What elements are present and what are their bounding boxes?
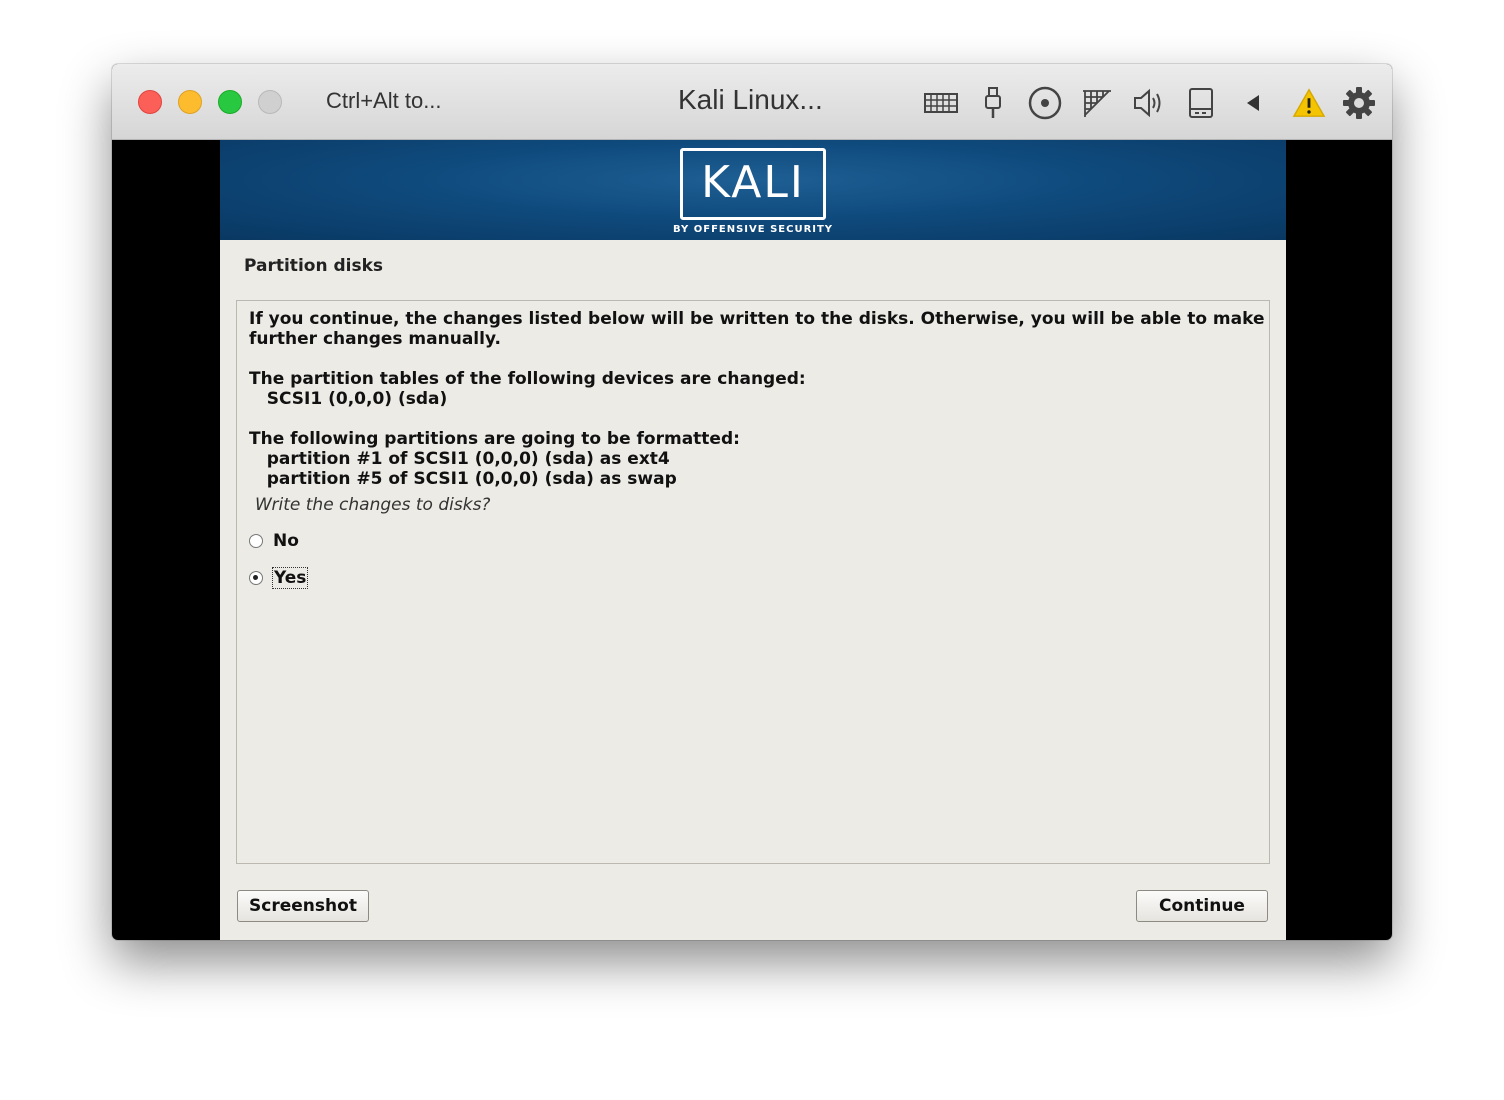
vm-screen: KALI BY OFFENSIVE SECURITY Partition dis… [220,140,1286,940]
message-line: SCSI1 (0,0,0) (sda) [249,389,448,409]
option-no-label[interactable]: No [273,531,299,551]
kali-logo: KALI [680,148,826,220]
network-icon[interactable] [1080,86,1114,120]
kali-banner: KALI BY OFFENSIVE SECURITY [220,140,1286,240]
radio-no[interactable] [249,534,263,548]
collapse-arrow-icon[interactable] [1236,86,1270,120]
radio-yes[interactable] [249,571,263,585]
continue-button[interactable]: Continue [1136,890,1268,922]
hard-disk-icon[interactable] [1184,86,1218,120]
keyboard-release-hint: Ctrl+Alt to... [326,88,442,113]
optical-disc-icon[interactable] [1028,86,1062,120]
message-line: The partition tables of the following de… [249,369,806,389]
option-no[interactable]: No [249,530,299,552]
close-window-button[interactable] [138,90,162,114]
kali-tagline: BY OFFENSIVE SECURITY [672,224,834,235]
window-title: Kali Linux... [678,84,823,115]
kali-logo-text: KALI [701,157,805,208]
usb-icon[interactable] [976,86,1010,120]
audio-icon[interactable] [1132,86,1166,120]
zoom-window-button[interactable] [218,90,242,114]
keyboard-icon[interactable] [924,86,958,120]
write-changes-question: Write the changes to disks? [255,495,491,515]
installer-content-panel: If you continue, the changes listed belo… [236,300,1270,864]
screenshot-button[interactable]: Screenshot [237,890,369,922]
message-line: The following partitions are going to be… [249,429,740,449]
fullscreen-disabled-button [258,90,282,114]
message-line: partition #5 of SCSI1 (0,0,0) (sda) as s… [249,469,677,489]
option-yes[interactable]: Yes [249,567,309,589]
warning-icon[interactable] [1292,86,1326,120]
option-yes-label[interactable]: Yes [271,567,309,589]
minimize-window-button[interactable] [178,90,202,114]
page-title: Partition disks [244,256,384,276]
message-line: partition #1 of SCSI1 (0,0,0) (sda) as e… [249,449,670,469]
message-line: further changes manually. [249,329,501,349]
vm-window: Ctrl+Alt to... Kali Linux... KALI BY OFF… [112,64,1392,940]
settings-gear-icon[interactable] [1342,86,1376,120]
message-line: If you continue, the changes listed belo… [249,309,1265,329]
window-titlebar: Ctrl+Alt to... Kali Linux... [112,64,1392,140]
